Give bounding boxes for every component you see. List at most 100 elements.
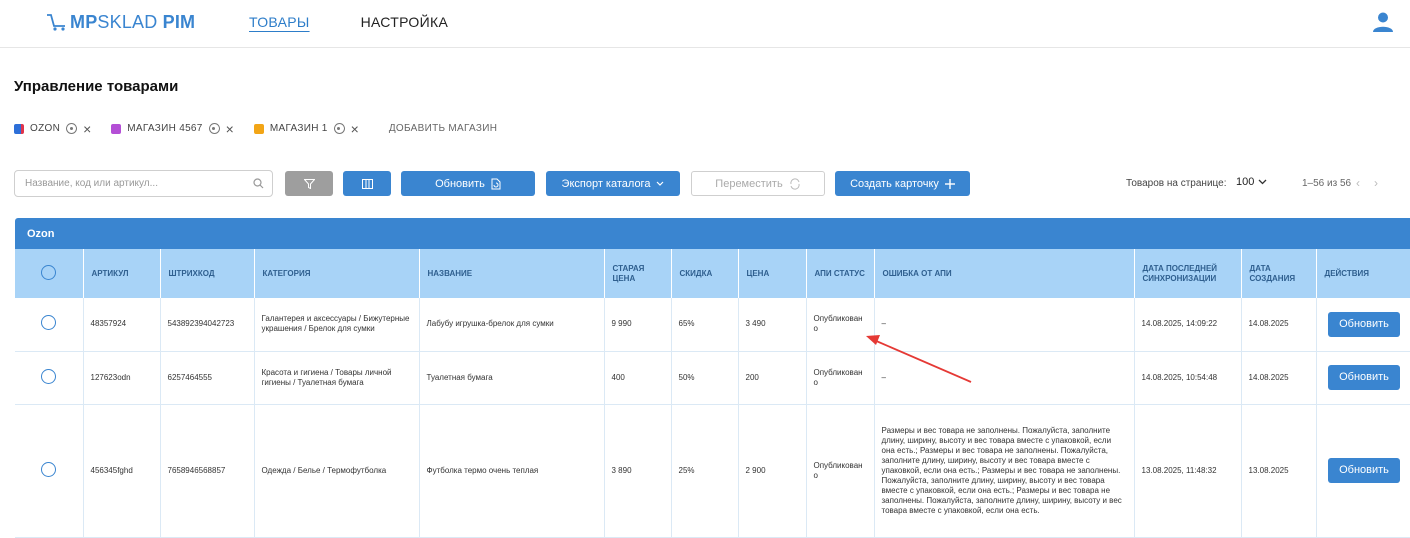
row-select-cell[interactable]: [15, 351, 84, 405]
status-cell: Опубликован о: [806, 404, 875, 538]
table-row[interactable]: 127623odn 6257464555 Красота и гигиена /…: [15, 351, 1410, 405]
gear-icon[interactable]: [333, 123, 345, 134]
create-label: Создать карточку: [850, 177, 939, 190]
category-cell: Красота и гигиена / Товары личной гигиен…: [254, 351, 420, 405]
plus-icon: [944, 178, 955, 189]
table-row[interactable]: 48357924 543892394042723 Галантерея и ак…: [15, 298, 1410, 352]
export-catalog-button[interactable]: Экспорт каталога: [546, 171, 680, 196]
per-page-value: 100: [1236, 176, 1255, 188]
article-cell: 127623odn: [83, 351, 161, 405]
row-refresh-button[interactable]: Обновить: [1328, 365, 1400, 390]
discount-cell: 50%: [671, 351, 739, 405]
logo-suffix: PIM: [157, 11, 196, 32]
search-icon[interactable]: [253, 178, 264, 189]
products-table: АРТИКУЛ ШТРИХКОД КАТЕГОРИЯ НАЗВАНИЕ СТАР…: [15, 249, 1410, 538]
user-icon[interactable]: [1372, 11, 1394, 33]
row-select-radio[interactable]: [41, 315, 57, 331]
shop-list: OZON × МАГАЗИН 4567 × МАГАЗИН 1 × ДОБАВИ…: [14, 122, 497, 136]
market-badge-icon: [253, 123, 264, 134]
move-button[interactable]: Переместить: [691, 171, 825, 196]
row-select-radio[interactable]: [41, 368, 57, 384]
filter-icon: [303, 178, 315, 189]
article-cell: 456345fghd: [83, 404, 161, 538]
shop-item-4567[interactable]: МАГАЗИН 4567 ×: [111, 122, 234, 136]
top-bar: MPSKLAD PIM ТОВАРЫ НАСТРОЙКА: [0, 0, 1410, 48]
row-select-cell[interactable]: [15, 298, 84, 352]
chevron-down-icon: [1258, 179, 1267, 185]
logo-light: SKLAD: [97, 11, 158, 32]
row-refresh-button[interactable]: Обновить: [1328, 311, 1400, 337]
price-cell: 3 490: [738, 298, 807, 352]
search-input[interactable]: [15, 171, 240, 196]
name-cell: Туалетная бумага: [419, 351, 605, 405]
select-all-cell[interactable]: [15, 249, 84, 298]
column-header[interactable]: ОШИБКА ОТ АПИ: [874, 249, 1135, 298]
column-header[interactable]: АПИ СТАТУС: [806, 249, 875, 298]
column-header[interactable]: НАЗВАНИЕ: [419, 249, 605, 298]
barcode-cell: 6257464555: [160, 351, 255, 405]
nav-settings[interactable]: НАСТРОЙКА: [361, 14, 449, 30]
row-select-radio[interactable]: [41, 461, 57, 477]
column-header[interactable]: КАТЕГОРИЯ: [254, 249, 420, 298]
table-row[interactable]: 456345fghd 7658946568857 Одежда / Белье …: [15, 404, 1410, 538]
refresh-button[interactable]: Обновить: [401, 171, 535, 196]
category-cell: Галантерея и аксессуары / Бижутерные укр…: [254, 298, 420, 352]
column-header[interactable]: ШТРИХКОД: [160, 249, 255, 298]
created-date-cell: 14.08.2025: [1241, 298, 1317, 352]
row-select-cell[interactable]: [15, 404, 84, 538]
close-icon[interactable]: ×: [83, 122, 91, 136]
column-header[interactable]: СКИДКА: [671, 249, 739, 298]
barcode-cell: 543892394042723: [160, 298, 255, 352]
sync-date-cell: 14.08.2025, 14:09:22: [1134, 298, 1242, 352]
create-card-button[interactable]: Создать карточку: [835, 171, 970, 196]
chevron-left-icon[interactable]: ‹: [1356, 176, 1360, 190]
column-header[interactable]: СТАРАЯ ЦЕНА: [604, 249, 672, 298]
name-cell: Лабубу игрушка-брелок для сумки: [419, 298, 605, 352]
logo-bold: MP: [70, 11, 98, 32]
error-cell: Размеры и вес товара не заполнены. Пожал…: [874, 404, 1135, 538]
category-cell: Одежда / Белье / Термофутболка: [254, 404, 420, 538]
file-refresh-icon: [491, 178, 501, 189]
logo[interactable]: MPSKLAD PIM: [46, 9, 195, 35]
discount-cell: 25%: [671, 404, 739, 538]
created-date-cell: 14.08.2025: [1241, 351, 1317, 405]
shop-name: OZON: [30, 123, 61, 134]
article-cell: 48357924: [83, 298, 161, 352]
actions-cell: Обновить: [1316, 404, 1410, 538]
search-field[interactable]: [14, 170, 273, 197]
column-header[interactable]: ДАТА ПОСЛЕДНЕЙ СИНХРОНИЗАЦИИ: [1134, 249, 1242, 298]
error-cell: –: [874, 351, 1135, 405]
gear-icon[interactable]: [66, 123, 78, 134]
filter-button[interactable]: [285, 171, 333, 196]
gear-icon[interactable]: [208, 123, 220, 134]
status-cell: Опубликован о: [806, 298, 875, 352]
per-page-select[interactable]: 100: [1236, 176, 1267, 188]
close-icon[interactable]: ×: [226, 122, 234, 136]
price-cell: 2 900: [738, 404, 807, 538]
shop-item-1[interactable]: МАГАЗИН 1 ×: [253, 122, 359, 136]
select-all-radio[interactable]: [41, 264, 57, 280]
shop-item-ozon[interactable]: OZON ×: [14, 122, 91, 136]
old-price-cell: 9 990: [604, 298, 672, 352]
chevron-right-icon[interactable]: ›: [1374, 176, 1378, 190]
wb-badge-icon: [111, 123, 122, 134]
add-shop-link[interactable]: ДОБАВИТЬ МАГАЗИН: [389, 123, 497, 134]
row-refresh-button[interactable]: Обновить: [1328, 458, 1400, 483]
column-header[interactable]: ДАТА СОЗДАНИЯ: [1241, 249, 1317, 298]
column-header[interactable]: ЦЕНА: [738, 249, 807, 298]
actions-cell: Обновить: [1316, 351, 1410, 405]
old-price-cell: 3 890: [604, 404, 672, 538]
columns-button[interactable]: [343, 171, 391, 196]
name-cell: Футболка термо очень теплая: [419, 404, 605, 538]
nav-products[interactable]: ТОВАРЫ: [249, 14, 310, 30]
move-label: Переместить: [715, 177, 783, 190]
column-header: ДЕЙСТВИЯ: [1316, 249, 1410, 298]
discount-cell: 65%: [671, 298, 739, 352]
close-icon[interactable]: ×: [351, 122, 359, 136]
cart-icon: [47, 14, 65, 31]
pagination-range: 1–56 из 56: [1302, 178, 1352, 189]
column-header[interactable]: АРТИКУЛ: [83, 249, 161, 298]
table-header-row: АРТИКУЛ ШТРИХКОД КАТЕГОРИЯ НАЗВАНИЕ СТАР…: [15, 249, 1410, 298]
sync-icon: [790, 177, 800, 190]
ozon-badge-icon: [14, 123, 24, 134]
